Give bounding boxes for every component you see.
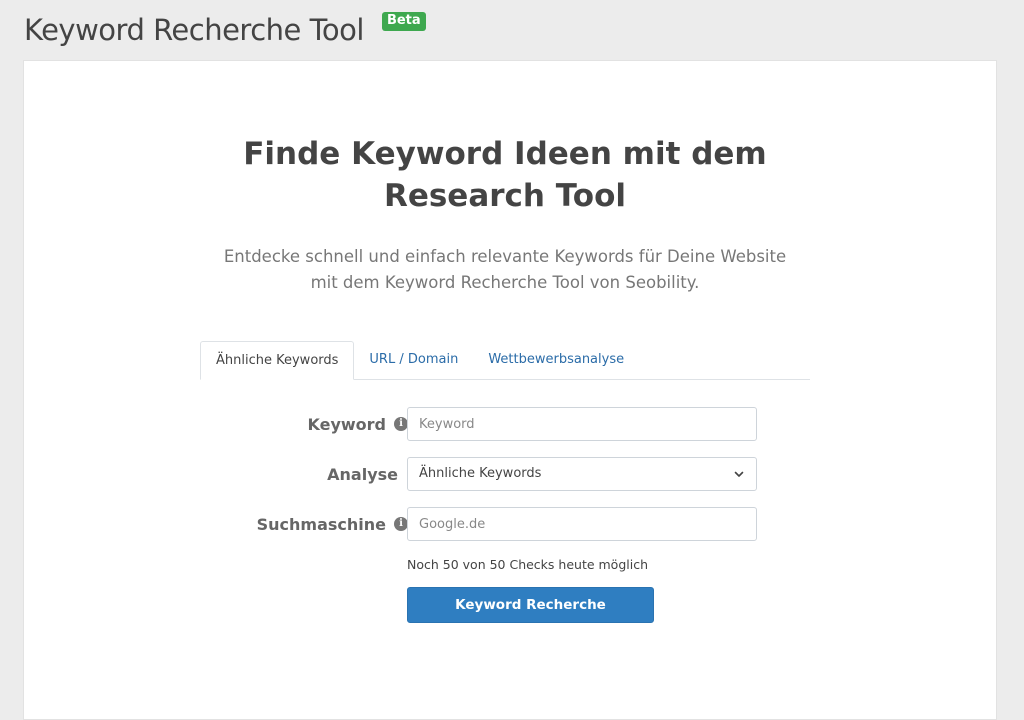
- chevron-down-icon: [734, 471, 744, 477]
- beta-badge: Beta: [381, 12, 426, 31]
- suchmaschine-input[interactable]: [407, 507, 757, 541]
- hero-subtitle: Entdecke schnell und einfach relevante K…: [24, 244, 986, 296]
- analyse-select-value: Ähnliche Keywords: [419, 466, 542, 481]
- hero-title: Finde Keyword Ideen mit dem Research Too…: [24, 133, 986, 217]
- keyword-recherche-button[interactable]: Keyword Recherche: [407, 587, 654, 623]
- page-header: Keyword Recherche Tool Beta: [24, 8, 426, 52]
- hero-title-line1: Finde Keyword Ideen mit dem: [243, 136, 767, 172]
- tab-aehnliche-keywords[interactable]: Ähnliche Keywords: [200, 341, 355, 380]
- keyword-info-icon[interactable]: i: [394, 417, 408, 431]
- tab-url-domain[interactable]: URL / Domain: [354, 341, 473, 379]
- analyse-label-wrap: Analyse: [200, 465, 408, 484]
- keyword-row: Keyword i: [200, 407, 760, 441]
- main-card: Finde Keyword Ideen mit dem Research Too…: [23, 60, 997, 720]
- keyword-label: Keyword: [307, 414, 386, 434]
- hero-subtitle-line2: mit dem Keyword Recherche Tool von Seobi…: [310, 273, 700, 292]
- analyse-select[interactable]: Ähnliche Keywords: [407, 457, 757, 491]
- suchmaschine-label-wrap: Suchmaschine i: [200, 515, 408, 534]
- suchmaschine-label: Suchmaschine: [256, 514, 386, 534]
- analyse-row: Analyse Ähnliche Keywords: [200, 457, 760, 491]
- analysis-tabs: Ähnliche Keywords URL / Domain Wettbewer…: [200, 341, 810, 380]
- keyword-label-wrap: Keyword i: [200, 415, 408, 434]
- hero-title-line2: Research Tool: [383, 178, 627, 214]
- quota-text: Noch 50 von 50 Checks heute möglich: [407, 557, 649, 572]
- keyword-input[interactable]: [407, 407, 757, 441]
- analyse-label: Analyse: [327, 464, 398, 484]
- suchmaschine-info-icon[interactable]: i: [394, 517, 408, 531]
- hero-subtitle-line1: Entdecke schnell und einfach relevante K…: [223, 247, 787, 266]
- suchmaschine-row: Suchmaschine i: [200, 507, 760, 541]
- page-title: Keyword Recherche Tool: [24, 13, 364, 47]
- tab-wettbewerbsanalyse[interactable]: Wettbewerbsanalyse: [473, 341, 639, 379]
